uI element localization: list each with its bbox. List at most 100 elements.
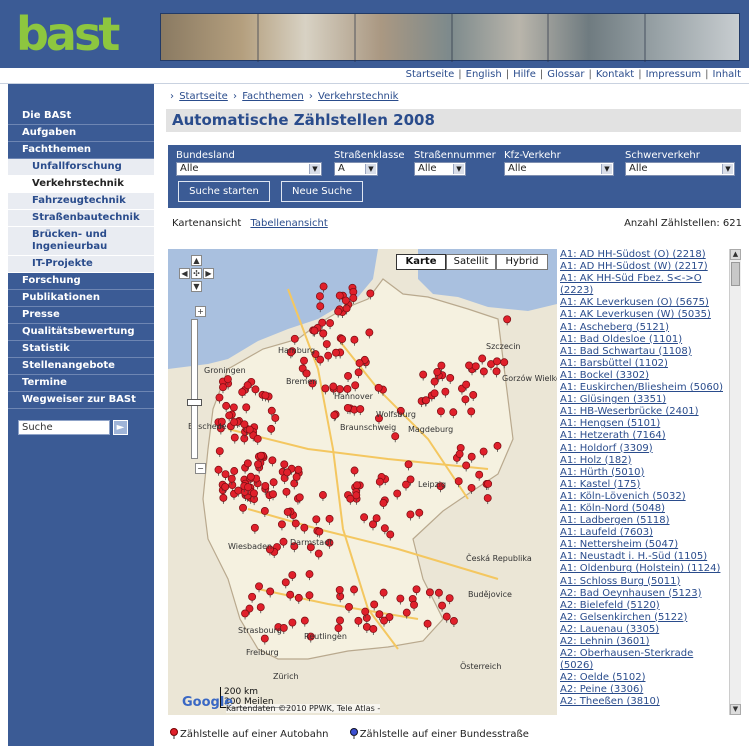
station-list-item[interactable]: A1: AD HH-Südost (W) (2217) (560, 261, 727, 273)
city-label: Reutlingen (304, 632, 347, 641)
station-list-item[interactable]: A2: Bielefeld (5120) (560, 600, 727, 612)
breadcrumb-verkehrstechnik[interactable]: Verkehrstechnik (318, 91, 398, 102)
top-navigation: Startseite | English | Hilfe | Glossar | Kontakt… (0, 68, 749, 84)
pan-right-icon[interactable]: ▶ (203, 268, 214, 279)
schwer-select[interactable]: Alle ▼ (625, 162, 735, 176)
pan-center-icon[interactable]: ✣ (191, 268, 202, 279)
zoom-slider-track[interactable] (191, 319, 198, 459)
scroll-down-icon[interactable]: ▼ (730, 704, 741, 715)
breadcrumb-startseite[interactable]: Startseite (179, 91, 228, 102)
sidebar-subitem-unfallforschung[interactable]: Unfallforschung (8, 159, 154, 176)
sidebar-item-die-bast[interactable]: Die BASt (8, 108, 154, 125)
station-list-item[interactable]: A2: Bad Oeynhausen (5123) (560, 588, 727, 600)
city-label: Österreich (460, 661, 501, 671)
search-go-button[interactable]: ► (113, 420, 128, 435)
sidebar-item-statistik[interactable]: Statistik (8, 341, 154, 358)
sidebar-subitem-bruecken[interactable]: Brücken- und Ingenieurbau (8, 227, 154, 256)
station-list-item[interactable]: A1: Nettersheim (5047) (560, 539, 727, 551)
suche-starten-button[interactable]: Suche starten (178, 181, 270, 202)
legend-autobahn: Zählstelle auf einer Autobahn (170, 728, 329, 740)
station-list-item[interactable]: A1: AD HH-Südost (O) (2218) (560, 249, 727, 261)
tab-tabellenansicht[interactable]: Tabellenansicht (250, 218, 327, 229)
sidebar-item-publikationen[interactable]: Publikationen (8, 290, 154, 307)
kfz-select[interactable]: Alle ▼ (504, 162, 614, 176)
station-list-item[interactable]: A1: Schloss Burg (5011) (560, 576, 727, 588)
station-list-item[interactable]: A1: Hürth (5010) (560, 467, 727, 479)
search-input[interactable]: Suche (18, 420, 110, 435)
sidebar-subitem-it-projekte[interactable]: IT-Projekte (8, 256, 154, 273)
topnav-kontakt[interactable]: Kontakt (596, 69, 634, 80)
station-list-item[interactable]: A2: Oelde (5102) (560, 672, 727, 684)
station-list-item[interactable]: A1: HB-Weserbrücke (2401) (560, 406, 727, 418)
sidebar-item-stellenangebote[interactable]: Stellenangebote (8, 358, 154, 375)
sidebar-item-wegweiser[interactable]: Wegweiser zur BASt (8, 392, 154, 409)
station-list-item[interactable]: A1: Hengsen (5101) (560, 418, 727, 430)
station-list-item[interactable]: (2223) (560, 285, 727, 297)
station-list-item[interactable]: A2: Oberhausen-Sterkrade (560, 648, 727, 660)
station-list-item[interactable]: A1: Euskirchen/Bliesheim (5060) (560, 382, 727, 394)
station-list-item[interactable]: A1: Barsbüttel (1102) (560, 358, 727, 370)
station-list-item[interactable]: A1: Holdorf (3309) (560, 443, 727, 455)
list-scrollbar[interactable]: ▲ ▼ (729, 249, 741, 715)
pan-left-icon[interactable]: ◀ (179, 268, 190, 279)
sidebar-item-aufgaben[interactable]: Aufgaben (8, 125, 154, 142)
station-list-item[interactable]: A1: Oldenburg (Holstein) (1124) (560, 563, 727, 575)
topnav-impressum[interactable]: Impressum (646, 69, 702, 80)
station-list-item[interactable]: A1: Köln-Nord (5048) (560, 503, 727, 515)
bast-logo[interactable]: bast (16, 8, 120, 60)
sidebar-item-qualitaetsbewertung[interactable]: Qualitätsbewertung (8, 324, 154, 341)
station-list-item[interactable]: A1: Ladbergen (5118) (560, 515, 727, 527)
station-list-item[interactable]: A1: Glüsingen (3351) (560, 394, 727, 406)
station-list-item[interactable]: A1: Bad Schwartau (1108) (560, 346, 727, 358)
page-title: Automatische Zählstellen 2008 (172, 111, 435, 129)
station-list-item[interactable]: A1: AK HH-Süd Fbez. S<->O (560, 273, 727, 285)
breadcrumb-fachthemen[interactable]: Fachthemen (242, 91, 303, 102)
sidebar-item-termine[interactable]: Termine (8, 375, 154, 392)
map-type-satellit[interactable]: Satellit (446, 254, 496, 270)
neue-suche-button[interactable]: Neue Suche (281, 181, 363, 202)
station-list-item[interactable]: A1: AK Leverkusen (O) (5675) (560, 297, 727, 309)
topnav-english[interactable]: English (466, 69, 502, 80)
bundesland-select[interactable]: Alle ▼ (176, 162, 322, 176)
map-view[interactable]: Hamburg Bremen Hannover Wolfsburg Brauns… (168, 249, 557, 715)
station-list-item[interactable]: A2: Lauenau (3305) (560, 624, 727, 636)
zoom-in-icon[interactable]: + (195, 306, 206, 317)
topnav-hilfe[interactable]: Hilfe (513, 69, 536, 80)
map-type-hybrid[interactable]: Hybrid (496, 254, 548, 270)
station-list-item[interactable]: A1: Bad Oldesloe (1101) (560, 334, 727, 346)
sidebar-subitem-fahrzeugtechnik[interactable]: Fahrzeugtechnik (8, 193, 154, 210)
station-list-item[interactable]: A1: Bockel (3302) (560, 370, 727, 382)
station-list-item[interactable]: A2: Theeßen (3810) (560, 696, 727, 708)
strassenklasse-select[interactable]: A ▼ (334, 162, 378, 176)
station-list-item[interactable]: A1: Neustadt i. H.-Süd (1105) (560, 551, 727, 563)
station-list-item[interactable]: A1: Köln-Lövenich (5032) (560, 491, 727, 503)
station-list-item[interactable]: A2: Lehnin (3601) (560, 636, 727, 648)
topnav-startseite[interactable]: Startseite (406, 69, 455, 80)
map-canvas[interactable]: Hamburg Bremen Hannover Wolfsburg Brauns… (168, 249, 557, 715)
topnav-glossar[interactable]: Glossar (547, 69, 584, 80)
station-list-item[interactable]: A1: Ascheberg (5121) (560, 322, 727, 334)
zoom-slider-thumb[interactable] (187, 399, 202, 406)
station-list-item[interactable]: A1: AK Leverkusen (W) (5035) (560, 309, 727, 321)
station-list-item[interactable]: A1: Kastel (175) (560, 479, 727, 491)
station-list-item[interactable]: A2: Peine (3306) (560, 684, 727, 696)
sidebar-item-fachthemen[interactable]: Fachthemen (8, 142, 154, 159)
station-list-item[interactable]: A1: Holz (182) (560, 455, 727, 467)
scrollbar-thumb[interactable] (731, 262, 740, 286)
sidebar-item-presse[interactable]: Presse (8, 307, 154, 324)
station-list-item[interactable]: A2: Gelsenkirchen (5122) (560, 612, 727, 624)
station-list-item[interactable]: (5026) (560, 660, 727, 672)
blue-pin-icon (349, 728, 358, 739)
sidebar-item-forschung[interactable]: Forschung (8, 273, 154, 290)
pan-up-icon[interactable]: ▲ (191, 255, 202, 266)
station-list-item[interactable]: A1: Laufeld (7603) (560, 527, 727, 539)
zoom-out-icon[interactable]: − (195, 463, 206, 474)
sidebar-subitem-strassenbautechnik[interactable]: Straßenbautechnik (8, 210, 154, 227)
topnav-inhalt[interactable]: Inhalt (713, 69, 741, 80)
scroll-up-icon[interactable]: ▲ (730, 249, 741, 260)
sidebar-subitem-verkehrstechnik[interactable]: Verkehrstechnik (8, 176, 154, 193)
map-type-karte[interactable]: Karte (396, 254, 446, 270)
station-list-item[interactable]: A1: Hetzerath (7164) (560, 430, 727, 442)
pan-down-icon[interactable]: ▼ (191, 281, 202, 292)
strassennummer-select[interactable]: Alle ▼ (414, 162, 466, 176)
